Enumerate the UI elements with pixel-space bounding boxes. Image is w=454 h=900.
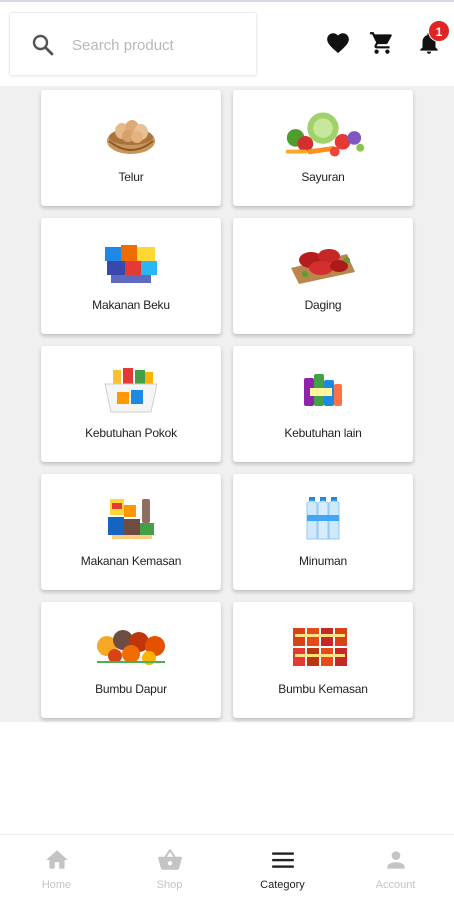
category-label: Kebutuhan lain <box>284 426 362 440</box>
category-card-sayuran[interactable]: Sayuran <box>233 90 413 206</box>
category-label: Bumbu Dapur <box>95 682 167 696</box>
category-card-minuman[interactable]: Minuman <box>233 474 413 590</box>
account-icon <box>386 851 405 869</box>
nav-item-category[interactable]: Category <box>226 835 339 900</box>
search-box[interactable] <box>9 12 257 76</box>
category-card-telur[interactable]: Telur <box>41 90 221 206</box>
packaged-food-icon <box>86 492 176 544</box>
category-label: Sayuran <box>301 170 345 184</box>
search-input[interactable] <box>72 31 242 59</box>
frozen-food-icon <box>86 236 176 288</box>
vegetables-icon <box>278 108 368 160</box>
nav-label-shop: Shop <box>156 879 183 891</box>
home-icon <box>45 850 68 869</box>
search-icon <box>32 34 54 56</box>
category-label: Kebutuhan Pokok <box>85 426 177 440</box>
top-bar: 1 <box>0 0 454 86</box>
nav-label-account: Account <box>375 879 416 891</box>
shopping-basket-icon <box>157 849 182 870</box>
nav-label-category: Category <box>260 879 305 891</box>
category-label: Makanan Kemasan <box>80 554 182 568</box>
water-bottles-icon <box>278 492 368 544</box>
groceries-bag-icon <box>86 364 176 416</box>
nav-item-account[interactable]: Account <box>339 835 452 900</box>
category-label: Telur <box>118 170 144 184</box>
nav-item-home[interactable]: Home <box>0 835 113 900</box>
category-label: Daging <box>304 298 342 312</box>
packaged-seasoning-icon <box>278 620 368 672</box>
category-card-makanan-beku[interactable]: Makanan Beku <box>41 218 221 334</box>
category-label: Minuman <box>299 554 347 568</box>
eggs-basket-icon <box>86 108 176 160</box>
category-card-bumbu-dapur[interactable]: Bumbu Dapur <box>41 602 221 718</box>
cart-icon[interactable] <box>369 30 395 56</box>
category-grid: Telur Sayuran Makanan Beku Daging Kebutu… <box>0 86 454 722</box>
category-card-kebutuhan-pokok[interactable]: Kebutuhan Pokok <box>41 346 221 462</box>
bottom-navigation: Home Shop Category Account <box>0 834 454 900</box>
category-label: Bumbu Kemasan <box>278 682 368 696</box>
category-label: Makanan Beku <box>92 298 170 312</box>
menu-icon <box>271 852 294 868</box>
favorites-heart-icon[interactable] <box>325 30 351 56</box>
spices-bowls-icon <box>86 620 176 672</box>
nav-item-shop[interactable]: Shop <box>113 835 226 900</box>
category-card-makanan-kemasan[interactable]: Makanan Kemasan <box>41 474 221 590</box>
category-card-bumbu-kemasan[interactable]: Bumbu Kemasan <box>233 602 413 718</box>
household-items-icon <box>278 364 368 416</box>
category-card-kebutuhan-lain[interactable]: Kebutuhan lain <box>233 346 413 462</box>
meat-icon <box>278 236 368 288</box>
category-card-daging[interactable]: Daging <box>233 218 413 334</box>
notification-badge: 1 <box>428 20 450 42</box>
nav-label-home: Home <box>41 879 72 891</box>
